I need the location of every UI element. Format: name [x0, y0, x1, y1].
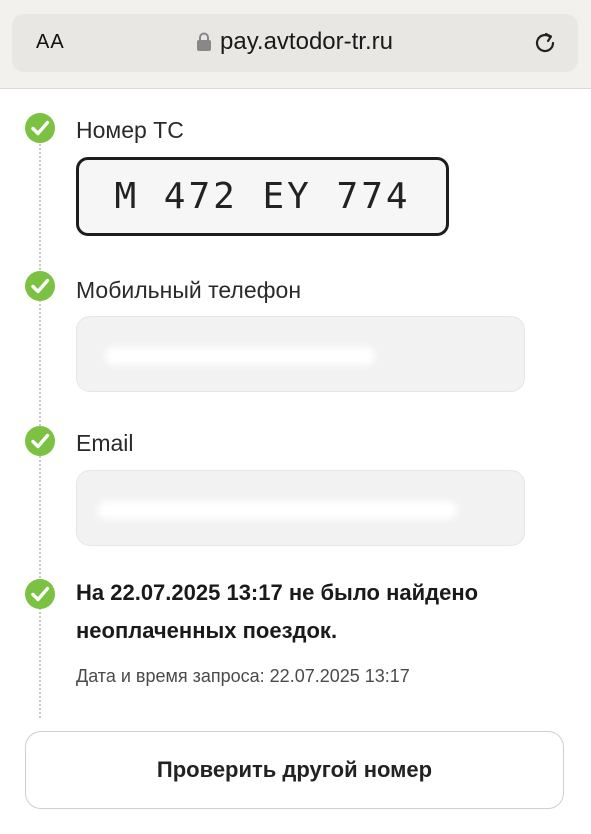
check-icon: [25, 113, 55, 143]
redacted-phone: [105, 347, 375, 365]
request-timestamp: Дата и время запроса: 22.07.2025 13:17: [76, 666, 410, 686]
url-display[interactable]: pay.avtodor-tr.ru: [196, 28, 393, 56]
text-size-button[interactable]: AA: [36, 31, 65, 54]
result-message: На 22.07.2025 13:17 не было найдено неоп…: [76, 580, 479, 643]
email-field[interactable]: [76, 470, 525, 546]
check-icon: [25, 426, 55, 456]
check-icon: [25, 271, 55, 301]
phone-field[interactable]: [76, 316, 525, 392]
browser-toolbar: AA pay.avtodor-tr.ru: [0, 0, 591, 89]
plate-number-value: M 472 EY 774: [114, 176, 411, 217]
plate-number-field[interactable]: M 472 EY 774: [76, 157, 449, 236]
phone-label: Мобильный телефон: [76, 277, 302, 303]
reload-icon[interactable]: [532, 30, 558, 56]
address-bar[interactable]: AA pay.avtodor-tr.ru: [12, 14, 578, 72]
lock-icon: [197, 32, 211, 51]
check-another-number-button[interactable]: Проверить другой номер: [25, 731, 564, 809]
redacted-email: [97, 501, 457, 519]
check-icon: [25, 579, 55, 609]
url-text: pay.avtodor-tr.ru: [220, 28, 393, 55]
plate-label: Номер ТС: [76, 117, 184, 143]
email-label: Email: [76, 430, 134, 456]
